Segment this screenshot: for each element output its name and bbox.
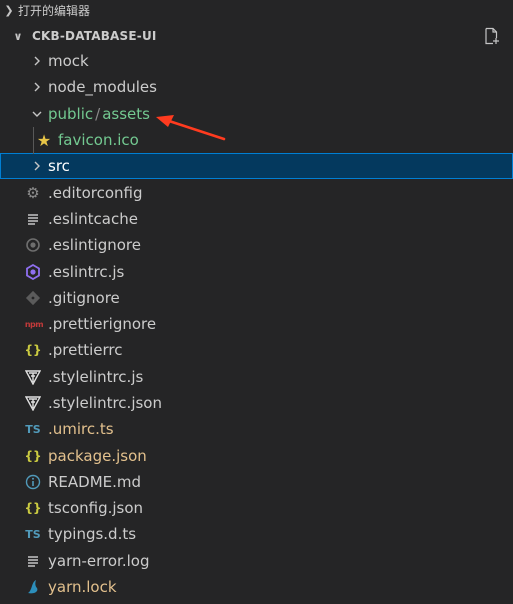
tree-item-package-json[interactable]: {} package.json: [0, 442, 513, 468]
json-braces-icon: {}: [24, 501, 42, 516]
open-editors-section[interactable]: ❯ 打开的编辑器: [0, 0, 513, 20]
chevron-right-icon: [34, 82, 40, 92]
npm-icon: npm: [24, 319, 44, 329]
path-separator: /: [95, 104, 101, 123]
tree-item-label: yarn-error.log: [48, 551, 150, 570]
chevron-right-icon: [34, 56, 40, 66]
workspace-folder-header[interactable]: ∨ CKB-DATABASE-UI: [0, 24, 513, 48]
tree-item-label: mock: [48, 52, 89, 71]
info-icon: [25, 474, 41, 490]
text-file-icon: [28, 556, 38, 567]
tree-item-umirc[interactable]: TS .umirc.ts: [0, 416, 513, 442]
new-file-icon[interactable]: [483, 27, 501, 45]
tree-item-label: .stylelintrc.json: [48, 394, 162, 412]
tree-item-label: .gitignore: [48, 288, 120, 307]
star-icon: ★: [36, 130, 52, 150]
tree-item-typings[interactable]: TS typings.d.ts: [0, 521, 513, 547]
json-braces-icon: {}: [24, 448, 42, 463]
tree-item-label: README.md: [48, 472, 142, 491]
folder-name-public: public: [48, 104, 94, 123]
tree-item-mock[interactable]: mock: [0, 48, 513, 74]
tree-item-prettierignore[interactable]: npm .prettierignore: [0, 311, 513, 337]
tree-item-stylelintrc-json[interactable]: .stylelintrc.json: [0, 390, 513, 416]
tree-item-gitignore[interactable]: .gitignore: [0, 285, 513, 311]
chevron-right-icon: ❯: [4, 3, 14, 17]
stylelint-icon: [25, 396, 41, 411]
tree-item-favicon[interactable]: ★ favicon.ico: [0, 127, 513, 153]
eslint-ignore-icon: [26, 238, 40, 253]
folder-name-assets: assets: [102, 104, 150, 123]
tree-item-node-modules[interactable]: node_modules: [0, 74, 513, 100]
tree-item-label: .eslintignore: [48, 236, 141, 255]
chevron-down-icon: [32, 111, 42, 117]
gear-icon: ⚙: [26, 183, 40, 202]
workspace-title: CKB-DATABASE-UI: [32, 29, 157, 43]
tree-item-label: .umirc.ts: [48, 420, 114, 439]
indent-guide: [33, 127, 34, 154]
tree-item-readme[interactable]: README.md: [0, 469, 513, 495]
tree-item-label: .prettierrc: [48, 341, 123, 360]
open-editors-label: 打开的编辑器: [18, 3, 91, 18]
chevron-right-icon: [34, 161, 40, 171]
tree-item-label: tsconfig.json: [48, 499, 144, 518]
annotation-arrow-icon: [156, 115, 226, 141]
tree-item-eslintignore[interactable]: .eslintignore: [0, 232, 513, 258]
tree-item-label: .eslintrc.js: [48, 262, 125, 281]
tree-item-label: public / assets: [48, 105, 150, 123]
tree-item-editorconfig[interactable]: ⚙ .editorconfig: [0, 179, 513, 205]
json-braces-icon: {}: [24, 343, 42, 358]
typescript-icon: TS: [25, 422, 41, 436]
tree-item-eslintrc[interactable]: .eslintrc.js: [0, 258, 513, 284]
tree-item-label: favicon.ico: [58, 131, 139, 150]
stylelint-icon: [25, 370, 41, 385]
tree-item-prettierrc[interactable]: {} .prettierrc: [0, 337, 513, 363]
tree-item-public-assets[interactable]: public / assets: [0, 101, 513, 127]
file-tree: mock node_modules public / assets ★ favico…: [0, 48, 513, 600]
chevron-down-icon: ∨: [13, 29, 23, 43]
tree-item-label: src: [48, 157, 70, 176]
yarn-icon: [28, 580, 38, 594]
tree-item-label: .prettierignore: [48, 315, 157, 334]
text-file-icon: [28, 214, 38, 225]
tree-item-label: node_modules: [48, 78, 157, 97]
git-icon: [25, 290, 41, 305]
eslint-icon: [26, 263, 40, 280]
tree-item-label: package.json: [48, 446, 147, 465]
tree-item-label: .eslintcache: [48, 209, 138, 228]
typescript-icon: TS: [25, 527, 41, 541]
tree-item-label: yarn.lock: [48, 578, 117, 597]
tree-item-src[interactable]: src: [0, 153, 513, 180]
tree-item-stylelintrc-js[interactable]: .stylelintrc.js: [0, 364, 513, 390]
tree-item-label: .stylelintrc.js: [48, 367, 144, 386]
tree-item-label: typings.d.ts: [48, 525, 137, 544]
tree-item-yarn-error[interactable]: yarn-error.log: [0, 548, 513, 574]
tree-item-yarn-lock[interactable]: yarn.lock: [0, 574, 513, 600]
tree-item-label: .editorconfig: [48, 183, 143, 202]
tree-item-tsconfig[interactable]: {} tsconfig.json: [0, 495, 513, 521]
tree-item-eslintcache[interactable]: .eslintcache: [0, 206, 513, 232]
